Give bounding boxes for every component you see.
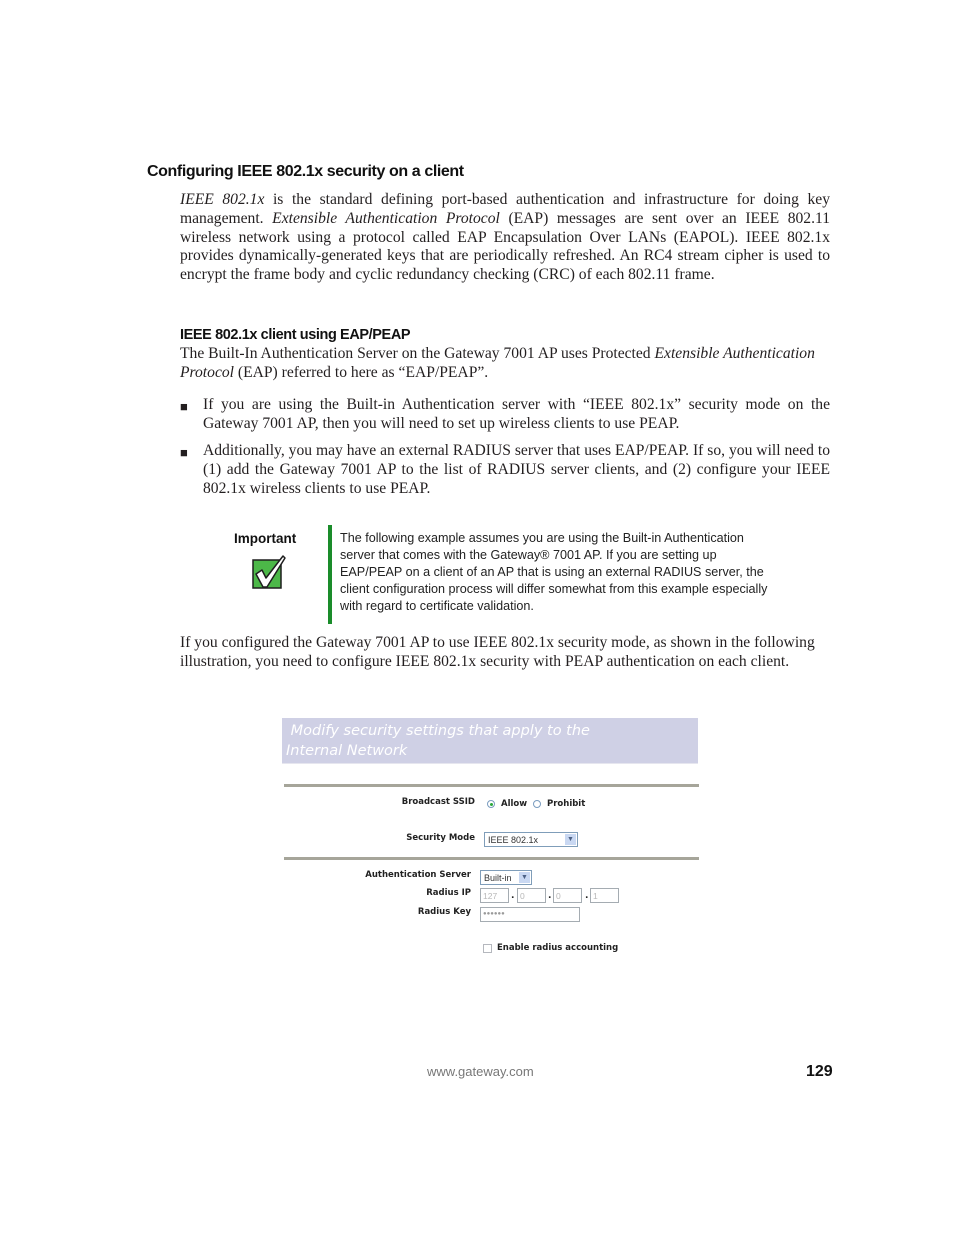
radius-accounting-checkbox[interactable] <box>483 944 492 953</box>
important-bar <box>328 525 332 624</box>
prohibit-radio[interactable] <box>533 800 541 808</box>
divider <box>284 784 699 787</box>
radius-accounting-label: Enable radius accounting <box>497 943 619 953</box>
divider <box>284 857 699 860</box>
radius-ip-octet-1[interactable]: 127 <box>480 888 509 903</box>
page-number: 129 <box>806 1063 833 1080</box>
intro-paragraph: IEEE 802.1x is the standard defining por… <box>180 191 830 284</box>
radius-ip-octet-3[interactable]: 0 <box>553 888 582 903</box>
allow-radio[interactable] <box>487 800 495 808</box>
bullet-icon: ■ <box>180 399 188 414</box>
ip-dot: . <box>548 891 552 901</box>
bullet-icon: ■ <box>180 445 188 460</box>
term-ieee-8021x: IEEE 802.1x <box>180 191 265 208</box>
ip-dot: . <box>585 891 589 901</box>
checkmark-icon <box>250 554 286 590</box>
closing-paragraph: If you configured the Gateway 7001 AP to… <box>180 634 815 670</box>
radius-ip-octet-2[interactable]: 0 <box>517 888 546 903</box>
authentication-server-label: Authentication Server <box>365 870 471 880</box>
subsection-paragraph: The Built-In Authentication Server on th… <box>180 345 815 381</box>
bullet-item: ■ If you are using the Built-in Authenti… <box>180 396 830 432</box>
allow-radio-label: Allow <box>501 799 528 809</box>
important-text: The following example assumes you are us… <box>340 531 768 614</box>
term-eap: Extensible Authentication Protocol <box>272 209 500 227</box>
chevron-down-icon: ▼ <box>519 872 530 883</box>
authentication-server-select[interactable]: Built-in ▼ <box>480 870 532 885</box>
settings-banner: Modify security settings that apply to t… <box>282 718 698 764</box>
bullet-item: ■ Additionally, you may have an external… <box>180 442 830 497</box>
section-title: Configuring IEEE 802.1x security on a cl… <box>147 163 464 180</box>
radius-ip-octet-4[interactable]: 1 <box>590 888 619 903</box>
chevron-down-icon: ▼ <box>565 834 576 845</box>
radius-ip-label: Radius IP <box>426 888 471 898</box>
radius-key-label: Radius Key <box>417 907 471 917</box>
security-mode-select[interactable]: IEEE 802.1x ▼ <box>484 832 578 847</box>
prohibit-radio-label: Prohibit <box>547 799 586 809</box>
footer-url[interactable]: www.gateway.com <box>427 1064 534 1079</box>
broadcast-ssid-label: Broadcast SSID <box>401 797 475 807</box>
ip-dot: . <box>511 891 515 901</box>
radius-key-input[interactable]: ●●●●●● <box>480 907 580 922</box>
important-label: Important <box>234 531 297 546</box>
security-mode-label: Security Mode <box>406 833 475 843</box>
subsection-title: IEEE 802.1x client using EAP/PEAP <box>180 327 411 343</box>
